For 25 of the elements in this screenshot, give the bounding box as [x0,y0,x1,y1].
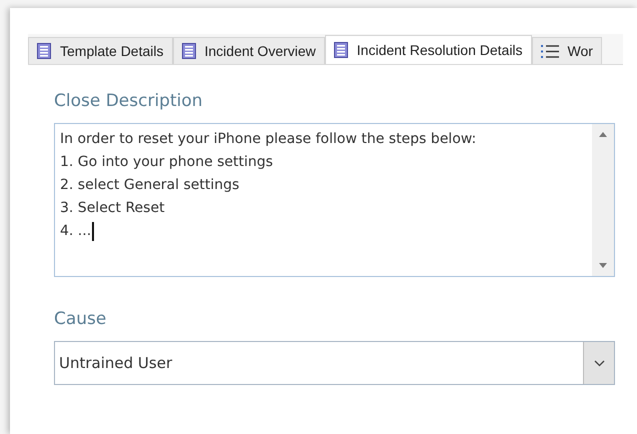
text-line: In order to reset your iPhone please follow the steps below: [60,130,478,149]
form-icon [37,43,51,59]
tab[interactable]: Incident Overview [172,37,325,64]
text-line: 2. select General settings [60,176,240,195]
chevron-down-icon [594,360,604,366]
scroll-up-icon[interactable] [599,132,607,137]
text-line: 4. ... [60,222,587,241]
list-icon [540,44,559,58]
tab-label: Incident Overview [204,43,316,59]
text-line: 1. Go into your phone settings [60,153,274,172]
cause-dropdown[interactable]: Untrained User [54,341,615,385]
tab[interactable]: Incident Resolution Details [324,35,532,64]
form-icon [182,43,196,59]
tab-label: Wor [568,43,593,59]
scroll-down-icon[interactable] [599,263,607,268]
scrollbar[interactable] [592,124,614,276]
tab[interactable]: Wor [532,37,602,64]
tab[interactable]: Template Details [28,37,172,64]
form-icon [334,42,348,58]
text-line: 3. Select Reset [60,199,166,218]
description-field[interactable]: In order to reset your iPhone please follow the steps below: 1. Go into your phone settings 2. select General settings 3. Select Reset 4. ... [54,123,615,277]
tab-label: Template Details [60,43,164,59]
tab-label: Incident Resolution Details [356,42,523,58]
field-label: Cause [54,309,108,329]
field-label: Close Description [54,91,204,111]
